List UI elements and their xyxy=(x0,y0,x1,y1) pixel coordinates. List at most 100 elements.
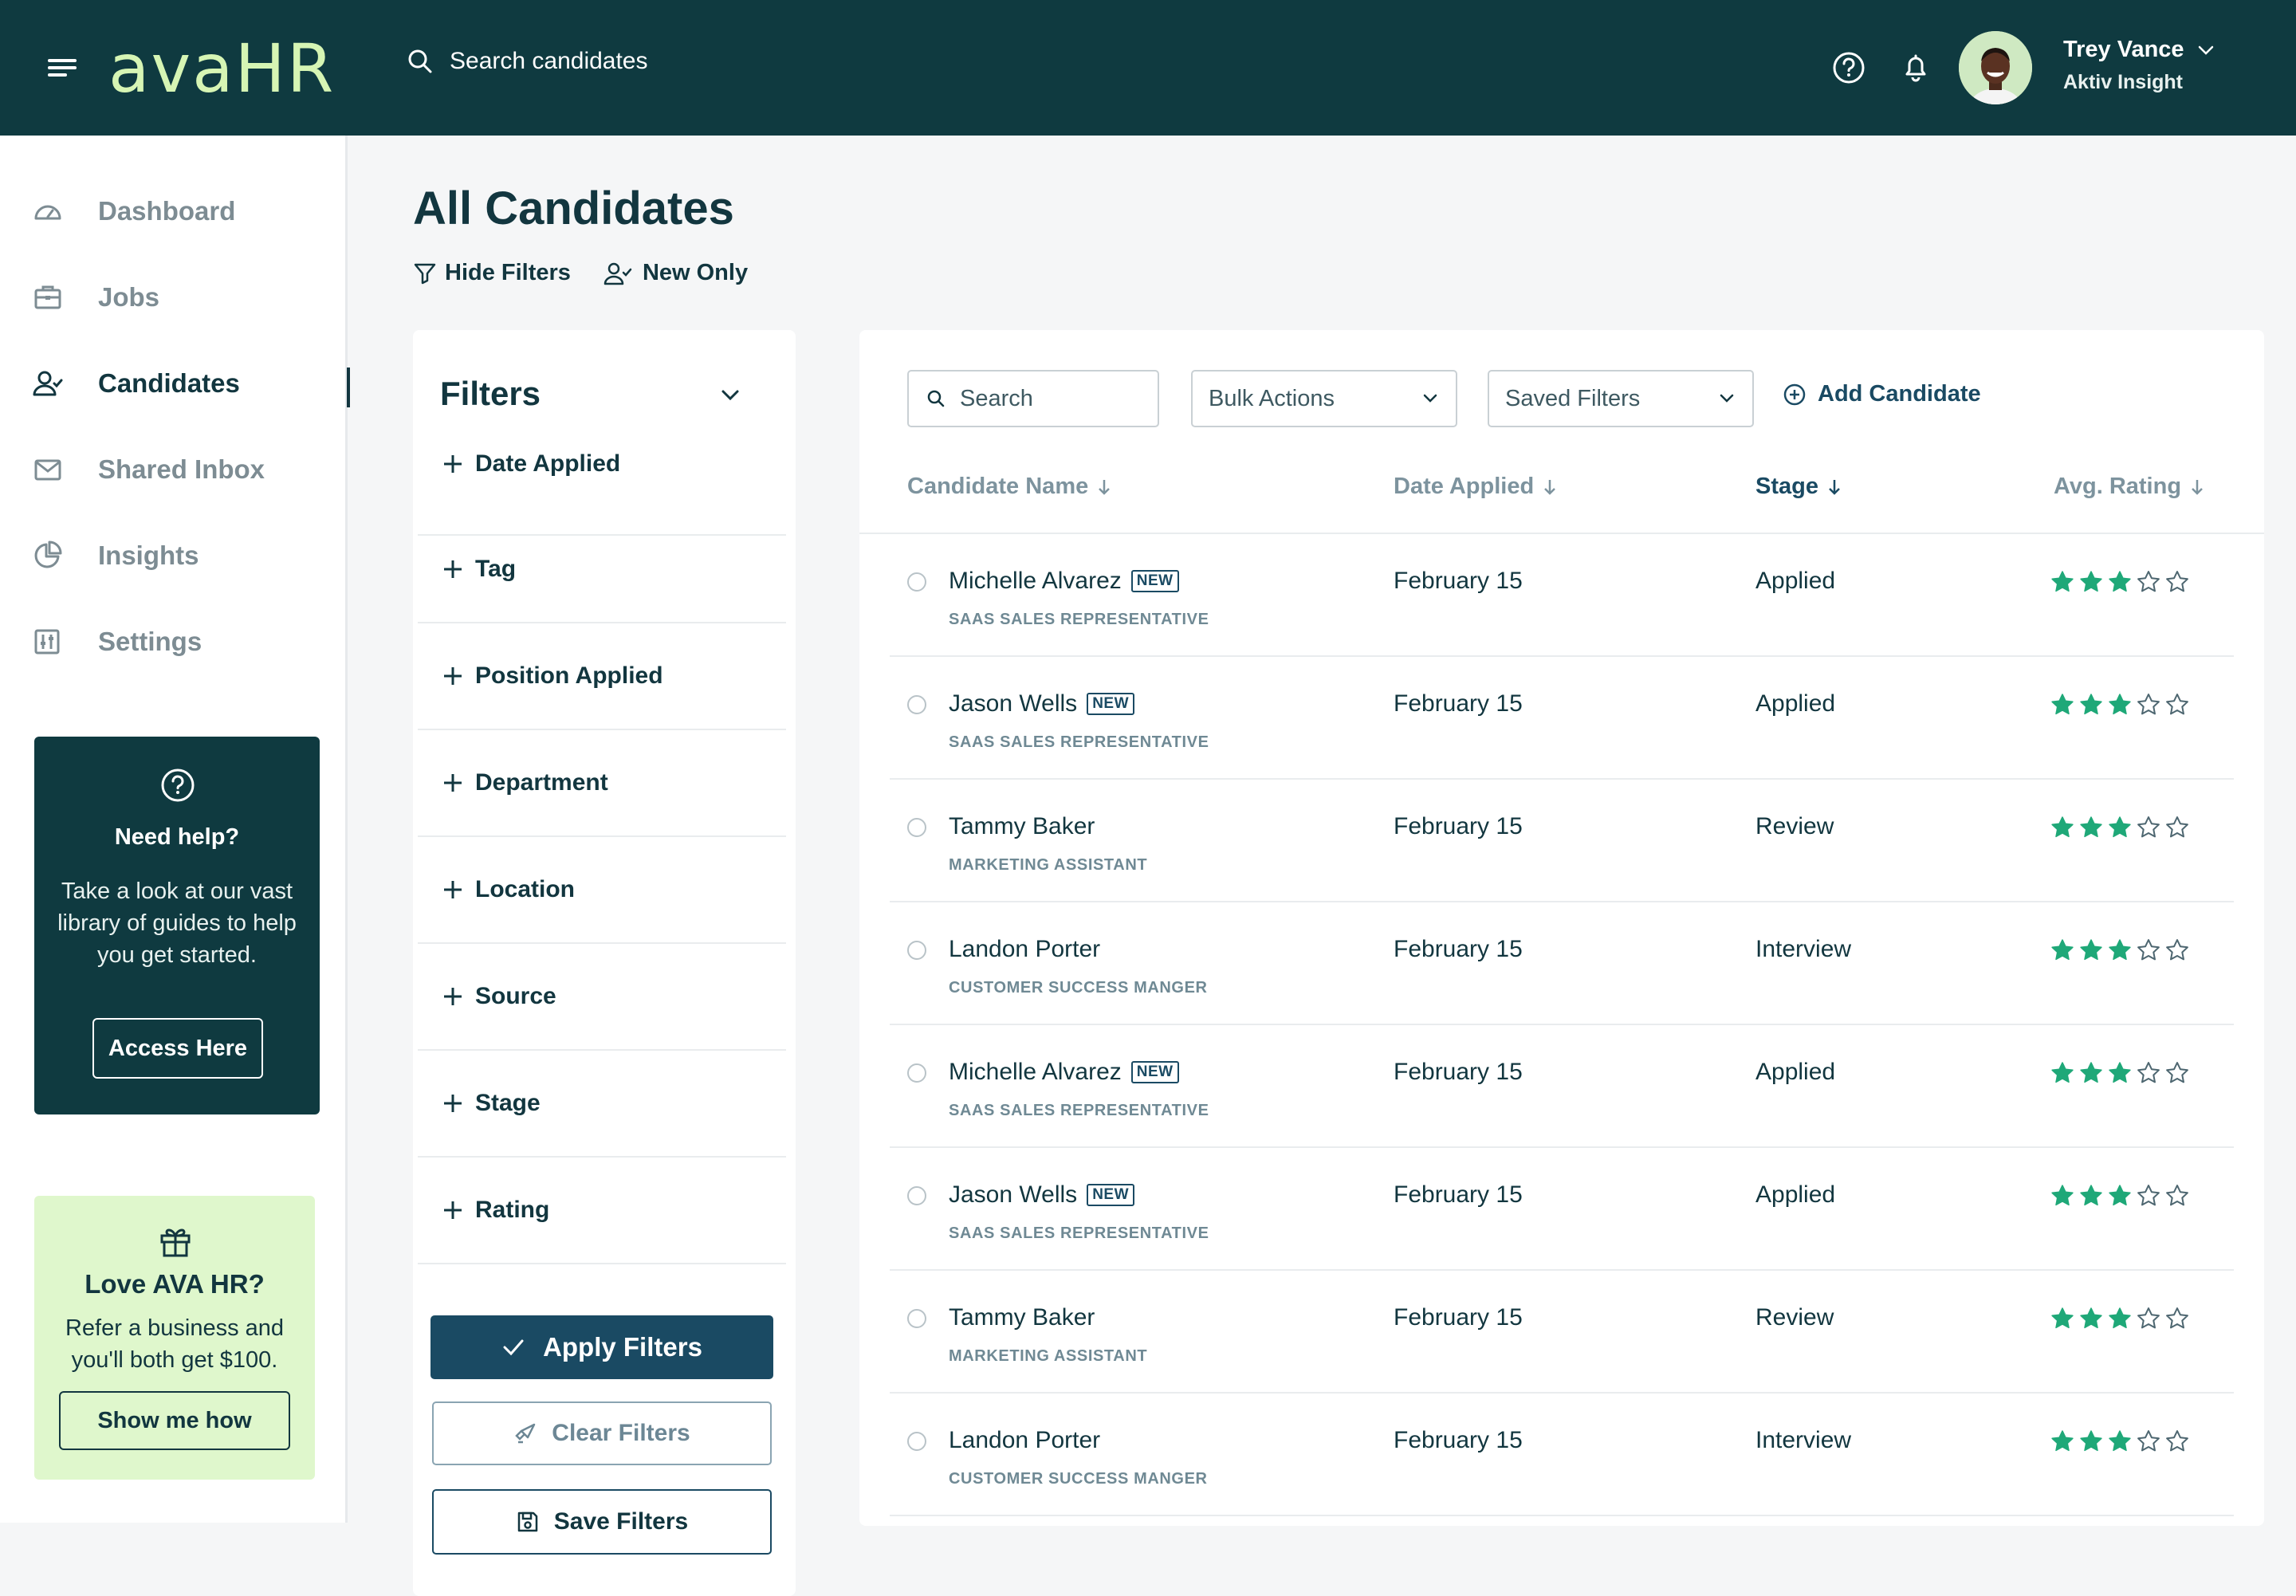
row-select-radio[interactable] xyxy=(907,941,926,960)
star-rating[interactable] xyxy=(2050,938,2189,962)
star-filled-icon xyxy=(2051,571,2074,592)
filter-location[interactable]: Location xyxy=(418,837,786,944)
candidate-name: Tammy Baker xyxy=(949,813,1095,839)
star-outline-icon xyxy=(2137,1307,2160,1329)
filter-label: Stage xyxy=(475,1090,541,1116)
table-row[interactable]: Michelle Alvarez NEW SAAS SALES REPRESENTA… xyxy=(890,1025,2234,1148)
column-header-label: Avg. Rating xyxy=(2054,474,2182,499)
table-row[interactable]: Tammy Baker MARKETING ASSISTANT February 1… xyxy=(890,780,2234,902)
app-logo[interactable]: avaHR xyxy=(108,29,335,108)
hide-filters-button[interactable]: Hide Filters xyxy=(413,260,571,286)
star-rating[interactable] xyxy=(2050,693,2189,717)
filter-tag[interactable]: Tag xyxy=(418,517,786,623)
saved-filters-label: Saved Filters xyxy=(1505,385,1641,411)
arrow-down-icon xyxy=(1826,478,1842,497)
star-rating[interactable] xyxy=(2050,1429,2189,1453)
sidebar-item-settings[interactable]: Settings xyxy=(0,610,348,674)
candidate-name-link[interactable]: Landon Porter xyxy=(949,936,1100,963)
table-row[interactable]: Landon Porter CUSTOMER SUCCESS MANGER Febr… xyxy=(890,902,2234,1025)
candidate-search[interactable] xyxy=(907,370,1159,427)
chevron-down-icon xyxy=(2197,45,2215,56)
chevron-down-icon[interactable] xyxy=(716,381,745,410)
stage: Review xyxy=(1755,1304,1834,1331)
menu-icon[interactable] xyxy=(46,54,78,81)
star-filled-icon xyxy=(2109,1307,2131,1329)
star-rating[interactable] xyxy=(2050,1061,2189,1085)
table-row[interactable]: Michelle Alvarez NEW SAAS SALES REPRESENTA… xyxy=(890,534,2234,657)
global-search[interactable]: Search candidates xyxy=(407,48,648,75)
arrow-down-icon xyxy=(2189,478,2205,497)
check-icon xyxy=(501,1338,525,1357)
stage: Review xyxy=(1755,813,1834,839)
filter-rating[interactable]: Rating xyxy=(418,1158,786,1264)
row-select-radio[interactable] xyxy=(907,818,926,837)
table-row[interactable]: Landon Porter CUSTOMER SUCCESS MANGER Febr… xyxy=(890,1394,2234,1516)
sidebar-item-candidates[interactable]: Candidates xyxy=(0,352,350,415)
star-rating[interactable] xyxy=(2050,1307,2189,1331)
save-filters-button[interactable]: Save Filters xyxy=(432,1489,772,1555)
candidate-name-link[interactable]: Tammy Baker xyxy=(949,1304,1095,1331)
clear-filters-label: Clear Filters xyxy=(552,1420,690,1446)
table-row[interactable]: Jason Wells NEW SAAS SALES REPRESENTATIVE F… xyxy=(890,657,2234,780)
candidate-name-link[interactable]: Jason Wells NEW xyxy=(949,690,1135,717)
access-here-button[interactable]: Access Here xyxy=(92,1018,263,1079)
table-row[interactable]: Tammy Baker MARKETING ASSISTANT February 1… xyxy=(890,1271,2234,1394)
apply-filters-button[interactable]: Apply Filters xyxy=(431,1315,773,1379)
column-header-avg-rating[interactable]: Avg. Rating xyxy=(2054,474,2205,500)
table-row[interactable]: Jason Wells NEW SAAS SALES REPRESENTATIVE F… xyxy=(890,1148,2234,1271)
avatar[interactable] xyxy=(1959,31,2032,104)
add-candidate-label: Add Candidate xyxy=(1818,381,1981,407)
refer-card: Love AVA HR? Refer a business and you'll… xyxy=(34,1196,315,1480)
column-header-stage[interactable]: Stage xyxy=(1755,474,1842,500)
row-select-radio[interactable] xyxy=(907,572,926,592)
filter-source[interactable]: Source xyxy=(418,944,786,1051)
star-rating[interactable] xyxy=(2050,570,2189,594)
plus-icon xyxy=(442,1092,464,1114)
bell-icon[interactable] xyxy=(1897,49,1934,86)
hide-filters-label: Hide Filters xyxy=(445,260,571,285)
row-select-radio[interactable] xyxy=(907,1309,926,1328)
star-outline-icon xyxy=(2137,1185,2160,1206)
sidebar-item-insights[interactable]: Insights xyxy=(0,524,348,588)
candidate-position: CUSTOMER SUCCESS MANGER xyxy=(949,979,1208,997)
add-candidate-button[interactable]: Add Candidate xyxy=(1783,381,1981,407)
row-select-radio[interactable] xyxy=(907,1432,926,1451)
candidate-name-link[interactable]: Michelle Alvarez NEW xyxy=(949,568,1179,595)
clear-filters-button[interactable]: Clear Filters xyxy=(432,1401,772,1465)
candidate-name-link[interactable]: Michelle Alvarez NEW xyxy=(949,1059,1179,1086)
help-icon[interactable] xyxy=(1830,49,1867,86)
row-select-radio[interactable] xyxy=(907,695,926,714)
stage: Interview xyxy=(1755,1427,1852,1453)
star-filled-icon xyxy=(2080,816,2102,838)
arrow-down-icon xyxy=(1096,478,1112,497)
sidebar-item-dashboard[interactable]: Dashboard xyxy=(0,179,348,243)
search-input[interactable] xyxy=(960,385,1135,412)
filter-department[interactable]: Department xyxy=(418,730,786,837)
refer-title: Love AVA HR? xyxy=(85,1269,265,1299)
column-header-date-applied[interactable]: Date Applied xyxy=(1394,474,1558,500)
star-rating[interactable] xyxy=(2050,1184,2189,1208)
saved-filters-select[interactable]: Saved Filters xyxy=(1488,370,1754,427)
sidebar-item-shared-inbox[interactable]: Shared Inbox xyxy=(0,438,348,501)
sidebar-item-jobs[interactable]: Jobs xyxy=(0,265,348,329)
plus-icon xyxy=(442,1199,464,1221)
row-select-radio[interactable] xyxy=(907,1186,926,1205)
bulk-actions-select[interactable]: Bulk Actions xyxy=(1191,370,1457,427)
candidate-name-link[interactable]: Landon Porter xyxy=(949,1427,1100,1454)
filter-stage[interactable]: Stage xyxy=(418,1051,786,1158)
star-filled-icon xyxy=(2051,1307,2074,1329)
column-header-candidate-name[interactable]: Candidate Name xyxy=(907,474,1112,500)
filter-position-applied[interactable]: Position Applied xyxy=(418,623,786,730)
show-me-how-button[interactable]: Show me how xyxy=(59,1391,290,1450)
star-filled-icon xyxy=(2109,1430,2131,1452)
new-only-toggle[interactable]: New Only xyxy=(603,260,748,286)
apply-filters-label: Apply Filters xyxy=(543,1332,702,1362)
candidate-name-link[interactable]: Tammy Baker xyxy=(949,813,1095,840)
row-select-radio[interactable] xyxy=(907,1063,926,1083)
filter-label: Source xyxy=(475,983,556,1009)
top-bar: avaHR Search candidates Trey Vance Aktiv… xyxy=(0,0,2296,136)
star-rating[interactable] xyxy=(2050,816,2189,839)
user-menu[interactable]: Trey Vance Aktiv Insight xyxy=(2063,37,2215,94)
plus-icon xyxy=(442,985,464,1008)
candidate-name-link[interactable]: Jason Wells NEW xyxy=(949,1181,1135,1209)
